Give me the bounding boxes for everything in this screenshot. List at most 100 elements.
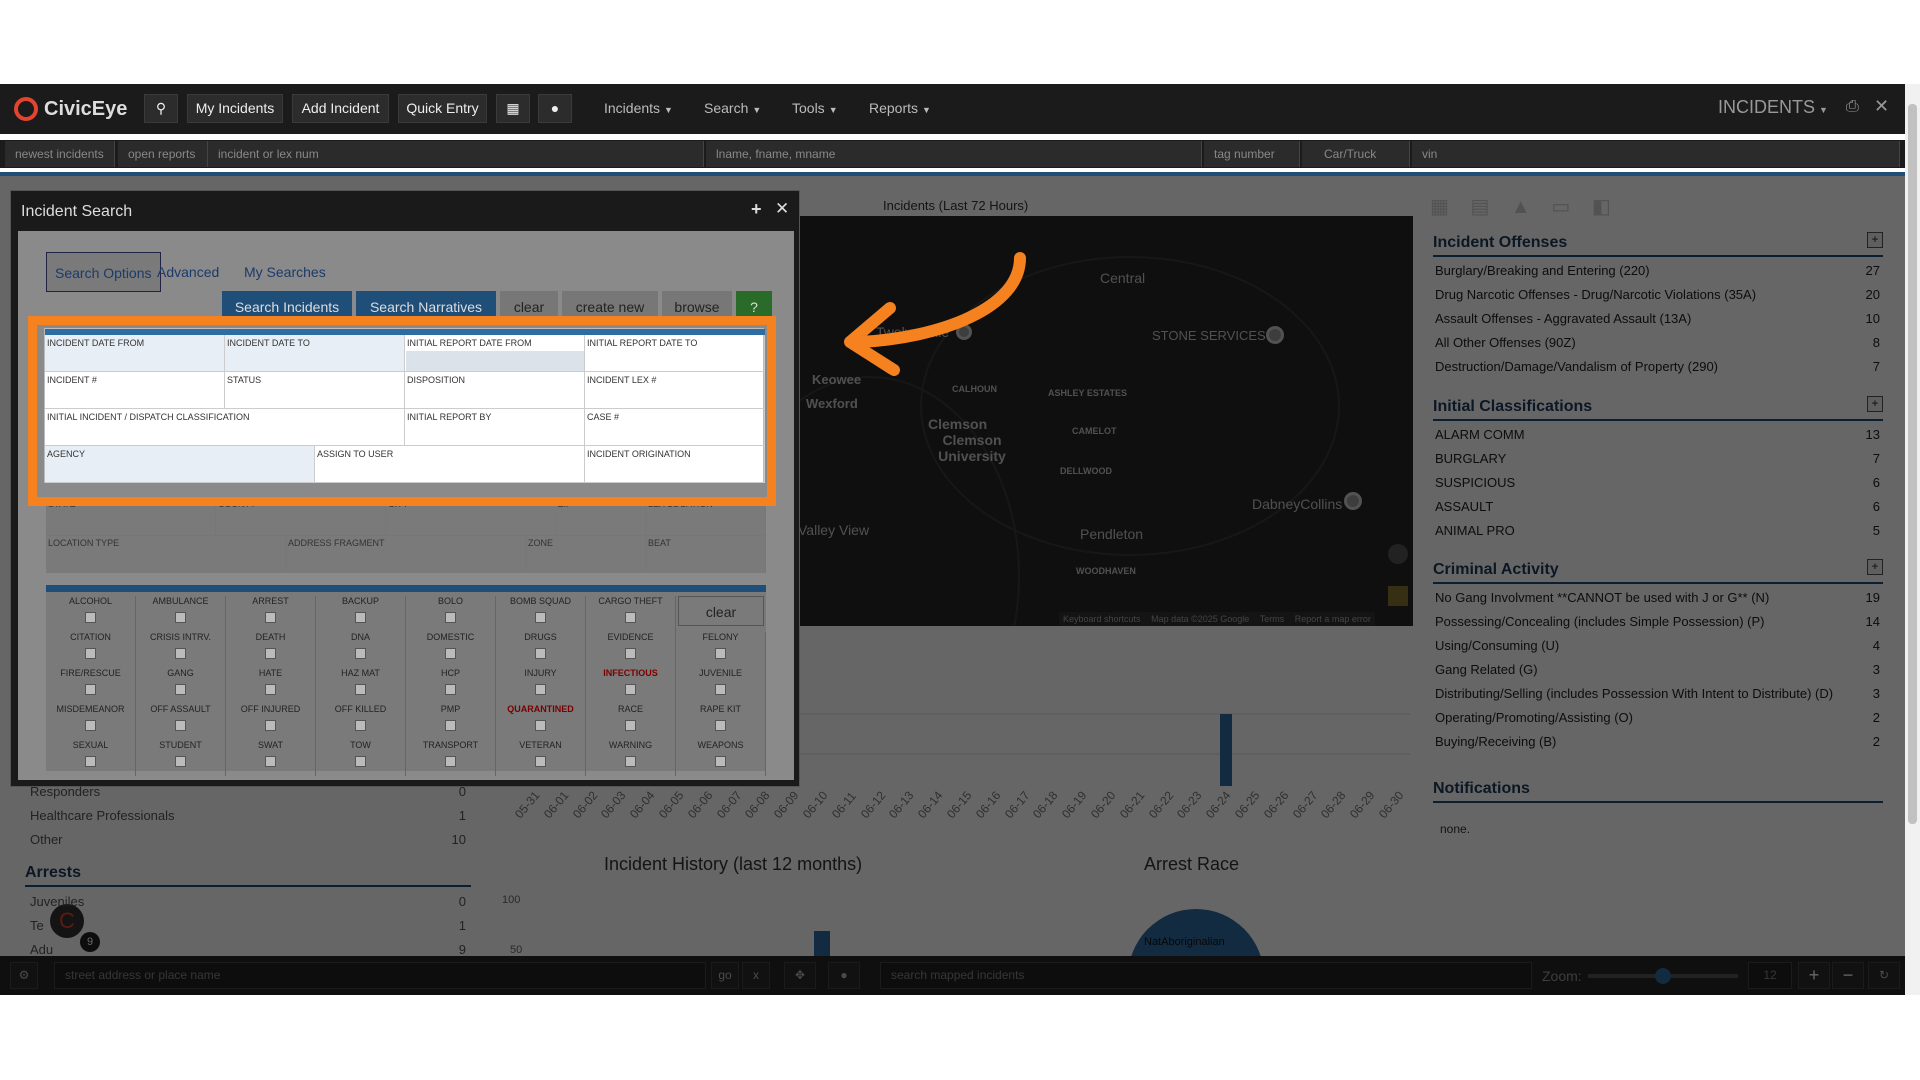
flag-warning[interactable]: WARNING — [586, 740, 676, 776]
flag-checkbox[interactable] — [715, 720, 726, 731]
flag-checkbox[interactable] — [715, 648, 726, 659]
state-field[interactable]: STATE — [46, 497, 216, 535]
expand-button[interactable]: + — [1867, 396, 1883, 412]
flag-bomb-squad[interactable]: BOMB SQUAD — [496, 596, 586, 632]
classification-row[interactable]: ASSAULT 6 — [1435, 496, 1880, 518]
flag-weapons[interactable]: WEAPONS — [676, 740, 766, 776]
flag-checkbox[interactable] — [625, 612, 636, 623]
flag-checkbox[interactable] — [445, 756, 456, 767]
flag-checkbox[interactable] — [355, 720, 366, 731]
flag-checkbox[interactable] — [265, 720, 276, 731]
flag-alcohol[interactable]: ALCOHOL — [46, 596, 136, 632]
flag-checkbox[interactable] — [85, 612, 96, 623]
classification-row[interactable]: ANIMAL PRO 5 — [1435, 520, 1880, 542]
agency-field[interactable]: AGENCY — [45, 446, 315, 483]
flag-checkbox[interactable] — [265, 612, 276, 623]
incident-number-input[interactable]: incident or lex num — [208, 141, 704, 167]
flag-checkbox[interactable] — [715, 756, 726, 767]
close-icon[interactable]: ✕ — [1874, 96, 1889, 117]
flag-off-injured[interactable]: OFF INJURED — [226, 704, 316, 740]
criminal-activity-row[interactable]: Using/Consuming (U) 4 — [1435, 635, 1880, 657]
arrest-row[interactable]: Te 1 — [30, 918, 466, 933]
flag-infectious[interactable]: INFECTIOUS — [586, 668, 676, 704]
zoom-input[interactable]: 12 — [1748, 962, 1792, 989]
flag-quarantined[interactable]: QUARANTINED — [496, 704, 586, 740]
report-map-error-link[interactable]: Report a map error — [1291, 614, 1375, 624]
arrest-row[interactable]: Juveniles 0 — [30, 894, 466, 909]
flag-checkbox[interactable] — [445, 684, 456, 695]
flag-checkbox[interactable] — [445, 720, 456, 731]
flag-checkbox[interactable] — [535, 720, 546, 731]
flag-checkbox[interactable] — [355, 648, 366, 659]
vin-input[interactable]: vin — [1412, 141, 1900, 167]
add-incident-button[interactable]: Add Incident — [292, 94, 389, 123]
section-menu[interactable]: INCIDENTS ▼ — [1718, 97, 1828, 118]
incident-lex-number-field[interactable]: INCIDENT LEX # — [585, 372, 765, 409]
flag-haz-mat[interactable]: HAZ MAT — [316, 668, 406, 704]
flag-pmp[interactable]: PMP — [406, 704, 496, 740]
flag-hcp[interactable]: HCP — [406, 668, 496, 704]
flag-checkbox[interactable] — [265, 648, 276, 659]
print-icon[interactable]: ⎙ — [1846, 98, 1859, 116]
flag-felony[interactable]: FELONY — [676, 632, 766, 668]
flag-checkbox[interactable] — [355, 756, 366, 767]
flag-checkbox[interactable] — [535, 684, 546, 695]
flag-gang[interactable]: GANG — [136, 668, 226, 704]
flag-checkbox[interactable] — [715, 684, 726, 695]
map-marker-icon[interactable] — [1344, 492, 1362, 510]
flag-checkbox[interactable] — [265, 756, 276, 767]
disposition-field[interactable]: DISPOSITION — [405, 372, 585, 409]
offense-row[interactable]: All Other Offenses (90Z) 8 — [1435, 332, 1880, 354]
clear-button[interactable]: clear — [500, 291, 558, 323]
flag-citation[interactable]: CITATION — [46, 632, 136, 668]
calculator-icon[interactable]: ▦ — [1430, 194, 1452, 220]
offense-row[interactable]: Burglary/Breaking and Entering (220) 27 — [1435, 260, 1880, 282]
flag-checkbox[interactable] — [175, 648, 186, 659]
keyboard-shortcuts-link[interactable]: Keyboard shortcuts — [1059, 614, 1145, 624]
flag-misdemeanor[interactable]: MISDEMEANOR — [46, 704, 136, 740]
flag-dna[interactable]: DNA — [316, 632, 406, 668]
search-incidents-button[interactable]: Search Incidents — [222, 291, 352, 323]
lex-location-field[interactable]: LEX LOCATION — [646, 497, 766, 535]
flag-checkbox[interactable] — [355, 612, 366, 623]
flag-checkbox[interactable] — [175, 756, 186, 767]
zoom-slider[interactable] — [1588, 968, 1738, 984]
expand-icon[interactable]: + — [751, 199, 762, 220]
flag-checkbox[interactable] — [625, 756, 636, 767]
flag-drugs[interactable]: DRUGS — [496, 632, 586, 668]
flag-swat[interactable]: SWAT — [226, 740, 316, 776]
incident-origination-field[interactable]: INCIDENT ORIGINATION — [585, 446, 765, 483]
map-pin-button[interactable]: ● — [538, 94, 572, 123]
flag-rape-kit[interactable]: RAPE KIT — [676, 704, 766, 740]
flag-domestic[interactable]: DOMESTIC — [406, 632, 496, 668]
criminal-activity-row[interactable]: Distributing/Selling (includes Possessio… — [1435, 683, 1880, 705]
classification-row[interactable]: ALARM COMM 13 — [1435, 424, 1880, 446]
scrollbar[interactable] — [1905, 84, 1920, 995]
map-user-icon[interactable]: ▲ — [1511, 196, 1533, 222]
flag-checkbox[interactable] — [625, 684, 636, 695]
flag-fire-rescue[interactable]: FIRE/RESCUE — [46, 668, 136, 704]
initial-report-date-to-field[interactable]: INITIAL REPORT DATE TO — [585, 335, 765, 372]
offense-row[interactable]: Assault Offenses - Aggravated Assault (1… — [1435, 308, 1880, 330]
flag-checkbox[interactable] — [625, 648, 636, 659]
zip-field[interactable]: ZIP — [556, 497, 646, 535]
address-input[interactable]: street address or place name — [54, 962, 706, 989]
street-view-icon[interactable] — [1388, 586, 1408, 606]
flag-checkbox[interactable] — [175, 612, 186, 623]
flag-checkbox[interactable] — [445, 612, 456, 623]
flag-off-assault[interactable]: OFF ASSAULT — [136, 704, 226, 740]
help-button[interactable]: ? — [736, 291, 772, 323]
map-pin-button[interactable]: ● — [828, 962, 860, 989]
newest-incidents-button[interactable]: newest incidents — [5, 141, 115, 167]
flag-race[interactable]: RACE — [586, 704, 676, 740]
flag-arrest[interactable]: ARREST — [226, 596, 316, 632]
flag-sexual[interactable]: SEXUAL — [46, 740, 136, 776]
civiceye-logo[interactable]: CivicEye — [14, 96, 127, 122]
tab-my-searches[interactable]: My Searches — [236, 252, 334, 292]
criminal-activity-row[interactable]: Possessing/Concealing (includes Simple P… — [1435, 611, 1880, 633]
zoom-slider-handle[interactable] — [1655, 968, 1671, 984]
go-button[interactable]: go — [711, 962, 739, 989]
tab-advanced[interactable]: Advanced — [149, 252, 227, 292]
location-type-field[interactable]: LOCATION TYPE — [46, 535, 286, 573]
assign-to-user-field[interactable]: ASSIGN TO USER — [315, 446, 585, 483]
